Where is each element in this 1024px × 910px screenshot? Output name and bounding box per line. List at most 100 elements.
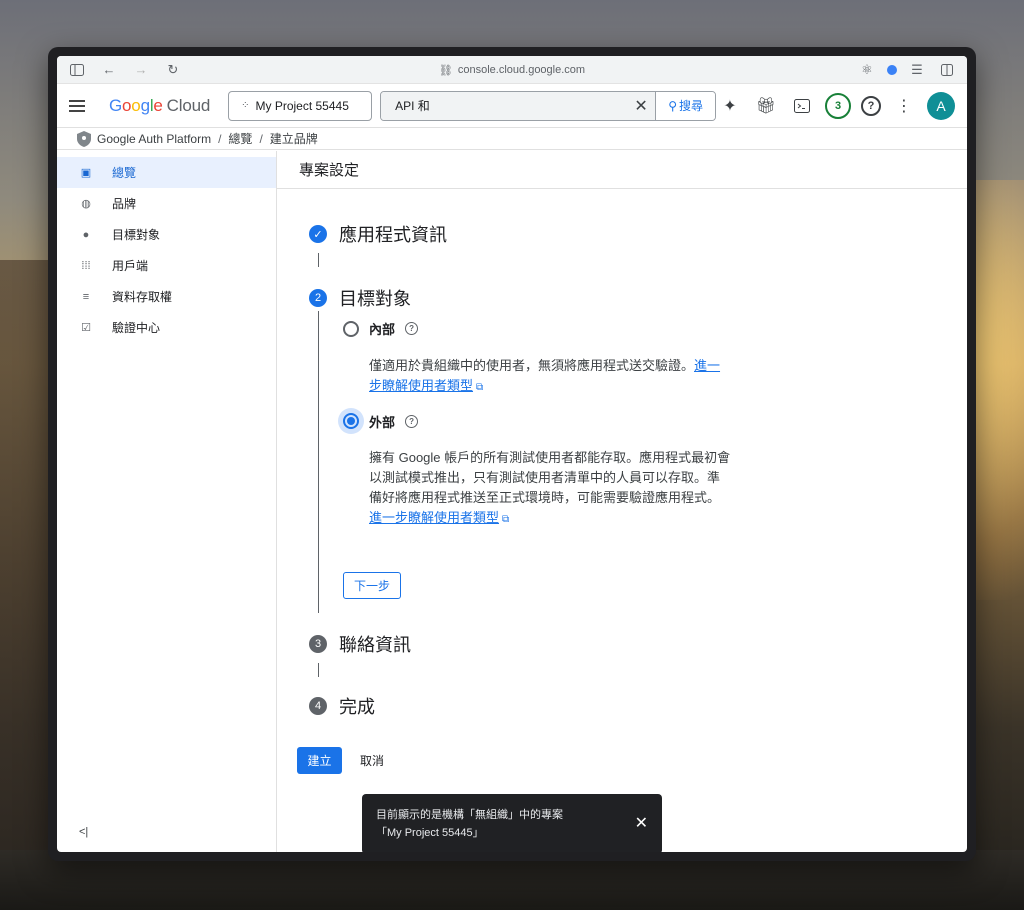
check-icon: ✓	[309, 225, 327, 243]
search-button-label: 搜尋	[678, 99, 703, 113]
step-title: 應用程式資訊	[339, 225, 447, 245]
split-view-icon[interactable]	[937, 60, 957, 80]
gemini-sparkle-icon[interactable]: ✦	[717, 93, 743, 119]
browser-content: ← → ↻ ⛓ console.cloud.google.com ⚛ ☰ Goo…	[57, 56, 967, 852]
step-contact[interactable]: 3 聯絡資訊	[309, 631, 809, 657]
desc-text: 擁有 Google 帳戶的所有測試使用者都能存取。應用程式最初會	[369, 450, 731, 465]
sidebar-item-clients[interactable]: ⁞⁞⁞ 用戶端	[57, 250, 276, 281]
sidebar-item-label: 驗證中心	[112, 321, 161, 335]
step-connector	[318, 311, 319, 613]
breadcrumb-item-overview[interactable]: 總覽	[228, 130, 252, 147]
radio-button[interactable]	[343, 320, 359, 337]
cancel-button[interactable]: 取消	[360, 752, 384, 769]
url-text[interactable]: console.cloud.google.com	[458, 64, 585, 76]
logo-cloud: Cloud	[166, 95, 211, 115]
address-bar: ⛓ console.cloud.google.com	[57, 56, 967, 84]
profile-dot-icon[interactable]	[887, 64, 897, 75]
step-number: 4	[309, 697, 327, 715]
menu-icon[interactable]	[69, 94, 93, 118]
browser-window: ← → ↻ ⛓ console.cloud.google.com ⚛ ☰ Goo…	[48, 47, 976, 861]
google-cloud-logo[interactable]: Google Cloud	[109, 96, 210, 116]
search-input[interactable]	[381, 91, 628, 120]
browser-toolbar: ← → ↻ ⛓ console.cloud.google.com ⚛ ☰	[57, 56, 967, 84]
learn-more-link[interactable]: 進一步瞭解使用者類型	[369, 510, 499, 525]
step-app-info[interactable]: ✓ 應用程式資訊	[309, 221, 809, 247]
reload-icon[interactable]: ↻	[163, 60, 183, 80]
sidebar-item-verification[interactable]: ☑ 驗證中心	[57, 312, 276, 343]
extension-icon[interactable]: ⚛	[857, 60, 877, 80]
shield-icon	[77, 130, 91, 147]
radio-external[interactable]: 外部 ?	[338, 408, 751, 434]
desc-text: 以測試模式推出，只有測試使用者清單中的人員可以存取。準	[369, 470, 721, 485]
step-connector	[318, 253, 319, 267]
main-content: 專案設定 ✓ 應用程式資訊 2 目標對象 內部 ? 僅適用於貴組織中的使用者，無…	[277, 151, 967, 852]
sidebar-item-audience[interactable]: ● 目標對象	[57, 219, 276, 250]
step-number: 3	[309, 635, 327, 653]
snackbar-text: 目前顯示的是機構「無組織」中的專案	[376, 809, 563, 821]
external-link-icon: ⧉	[476, 382, 484, 393]
close-icon[interactable]: ✕	[635, 815, 648, 833]
data-access-icon: ≡	[82, 290, 90, 303]
sidebar-item-label: 用戶端	[112, 259, 149, 273]
breadcrumb-item-create-brand: 建立品牌	[269, 132, 318, 146]
avatar[interactable]: A	[927, 91, 955, 120]
clear-search-icon[interactable]: ✕	[627, 91, 656, 120]
forward-icon[interactable]: →	[131, 60, 151, 80]
sidebar-item-branding[interactable]: ◍ 品牌	[57, 188, 276, 219]
form-actions: 建立 取消	[297, 747, 384, 774]
radio-label: 內部	[369, 322, 396, 337]
step-title: 目標對象	[339, 289, 411, 309]
sidebar-item-label: 總覽	[112, 166, 137, 180]
next-button[interactable]: 下一步	[343, 572, 401, 599]
breadcrumb: Google Auth Platform / 總覽 / 建立品牌	[57, 128, 967, 150]
sidebar: ▣ 總覽 ◍ 品牌 ● 目標對象 ⁞⁞⁞ 用戶端 ≡ 資料存取權 ☑ 驗證中心 …	[57, 151, 277, 852]
sidebar-item-label: 目標對象	[112, 228, 161, 242]
radio-label: 外部	[369, 414, 396, 430]
stepper: ✓ 應用程式資訊 2 目標對象 內部 ? 僅適用於貴組織中的使用者，無須將應用程…	[309, 221, 809, 719]
project-selector[interactable]: ⁘ My Project 55445	[228, 90, 373, 121]
more-vert-icon[interactable]: ⋮	[891, 93, 917, 119]
external-link-icon: ⧉	[502, 514, 510, 525]
gift-icon[interactable]: 🎁︎	[753, 93, 779, 119]
sidebar-toggle-icon[interactable]	[67, 60, 87, 80]
step-connector	[318, 663, 319, 677]
help-circle-icon[interactable]: ?	[405, 414, 419, 428]
page-title: 專案設定	[277, 151, 967, 189]
radio-button[interactable]	[343, 413, 359, 429]
logo-google: Google	[109, 95, 163, 115]
help-circle-icon[interactable]: ?	[405, 322, 419, 335]
create-button[interactable]: 建立	[297, 747, 342, 774]
collapse-sidebar-icon[interactable]: <|	[79, 826, 88, 838]
grid-icon: ⁞⁞⁞	[81, 259, 91, 272]
sidebar-item-label: 資料存取權	[112, 290, 173, 304]
person-icon: ●	[82, 228, 90, 241]
radio-halo	[338, 408, 364, 434]
project-icon: ⁘	[241, 100, 250, 111]
search-icon: ⚲	[668, 98, 677, 113]
learn-more-link[interactable]: 進一	[694, 358, 720, 373]
search-button[interactable]: ⚲ 搜尋	[655, 91, 716, 120]
cloud-shell-icon[interactable]	[789, 93, 815, 119]
internal-description: 僅適用於貴組織中的使用者，無須將應用程式送交驗證。進一 步瞭解使用者類型 ⧉	[369, 356, 751, 398]
palette-icon: ◍	[81, 198, 91, 210]
desc-text: 僅適用於貴組織中的使用者，無須將應用程式送交驗證。	[369, 358, 695, 373]
snackbar: 目前顯示的是機構「無組織」中的專案 「My Project 55445」 ✕	[362, 794, 662, 852]
step-finish[interactable]: 4 完成	[309, 693, 809, 719]
step-number: 2	[309, 289, 327, 307]
step-audience[interactable]: 2 目標對象	[309, 285, 809, 311]
sidebar-item-data-access[interactable]: ≡ 資料存取權	[57, 281, 276, 312]
search-bar: ✕ ⚲搜尋	[380, 90, 717, 121]
breadcrumb-item-auth-platform[interactable]: Google Auth Platform	[97, 132, 211, 146]
snackbar-text: 「My Project 55445」	[376, 827, 484, 839]
settings-sliders-icon[interactable]: ☰	[907, 60, 927, 80]
external-description: 擁有 Google 帳戶的所有測試使用者都能存取。應用程式最初會 以測試模式推出…	[369, 448, 751, 530]
sidebar-item-overview[interactable]: ▣ 總覽	[57, 157, 276, 188]
breadcrumb-separator: /	[259, 131, 263, 146]
sidebar-item-label: 品牌	[112, 197, 137, 211]
radio-internal[interactable]: 內部 ?	[343, 319, 751, 338]
learn-more-link[interactable]: 步瞭解使用者類型	[369, 378, 473, 393]
project-name: My Project 55445	[255, 98, 349, 113]
notifications-badge[interactable]: 3	[825, 92, 851, 119]
back-icon[interactable]: ←	[99, 60, 119, 80]
help-icon[interactable]: ?	[861, 95, 881, 116]
